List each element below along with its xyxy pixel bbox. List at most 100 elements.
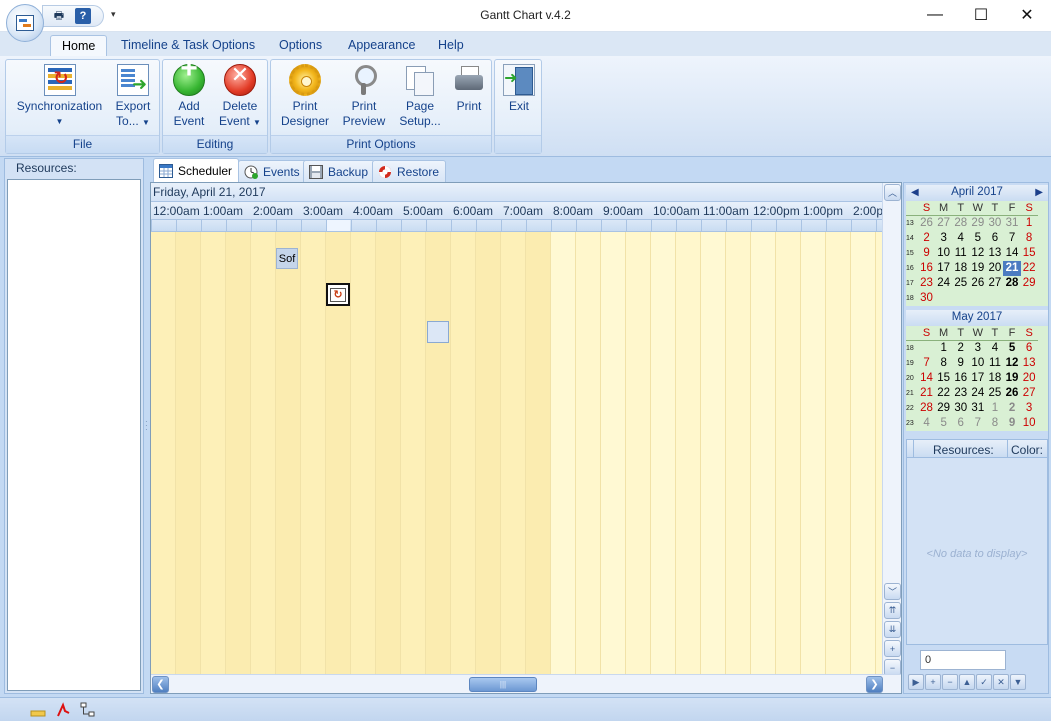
calendar-day[interactable]: 21 (918, 386, 935, 401)
tab-backup[interactable]: Backup (303, 160, 376, 182)
calendar-day[interactable]: 8 (986, 416, 1003, 431)
vertical-scrollbar[interactable]: ︿ ﹀ ⇈ ⇊ + − (882, 183, 901, 676)
print-designer-button[interactable]: Print Designer (277, 64, 333, 129)
time-slot-nonworking[interactable] (251, 232, 276, 675)
calendar-day[interactable]: 2 (1003, 401, 1020, 416)
calendar-day[interactable]: 1 (1021, 216, 1038, 231)
time-slot-working[interactable] (676, 232, 701, 675)
calendar-day[interactable]: 8 (1021, 231, 1038, 246)
prev-month-icon[interactable]: ◀ (911, 185, 919, 200)
scroll-right-icon[interactable]: ❯ (866, 676, 883, 693)
scroll-up-icon[interactable]: ︿ (884, 184, 901, 201)
calendar-day[interactable]: 10 (969, 356, 986, 371)
scroll-bottom-icon[interactable]: ⇊ (884, 621, 901, 638)
folder-icon[interactable] (30, 702, 46, 718)
time-slot-nonworking[interactable] (351, 232, 376, 675)
time-slot-working[interactable] (826, 232, 851, 675)
calendar-day[interactable]: 27 (1021, 386, 1038, 401)
time-slot-nonworking[interactable] (476, 232, 501, 675)
calendar-day[interactable]: 26 (969, 276, 986, 291)
horizontal-scrollbar[interactable]: ❮ ||| ❯ (151, 674, 901, 693)
tab-help[interactable]: Help (427, 35, 475, 56)
calendar-day[interactable]: 16 (918, 261, 935, 276)
time-slot-nonworking[interactable] (526, 232, 551, 675)
time-slot-nonworking[interactable] (176, 232, 201, 675)
calendar-day[interactable]: 17 (969, 371, 986, 386)
time-slot-nonworking[interactable] (226, 232, 251, 675)
calendar-day[interactable]: 5 (1003, 341, 1020, 356)
calendar-day[interactable]: 2 (952, 341, 969, 356)
column-header-resources[interactable]: Resources: (933, 443, 994, 457)
time-slot-nonworking[interactable] (426, 232, 451, 675)
calendar-day[interactable]: 31 (969, 401, 986, 416)
calendar-day[interactable]: 2 (918, 231, 935, 246)
calendar-day[interactable]: 4 (918, 416, 935, 431)
time-slot-working[interactable] (851, 232, 876, 675)
calendar-day[interactable]: 30 (918, 291, 935, 306)
calendar-day[interactable]: 12 (969, 246, 986, 261)
calendar-day[interactable]: 22 (1021, 261, 1038, 276)
nav-post-icon[interactable]: ✓ (976, 674, 992, 690)
page-setup-button[interactable]: Page Setup... (395, 64, 445, 129)
calendar-day[interactable]: 14 (918, 371, 935, 386)
exit-button[interactable]: Exit (501, 64, 537, 114)
calendar-day[interactable]: 19 (1003, 371, 1020, 386)
add-event-button[interactable]: Add Event (168, 61, 210, 129)
time-slot-working[interactable] (751, 232, 776, 675)
event-block-selected[interactable]: ↻ (326, 283, 350, 306)
calendar-day[interactable]: 20 (986, 261, 1003, 276)
calendar-day[interactable]: 27 (986, 276, 1003, 291)
application-menu-button[interactable] (6, 4, 44, 42)
calendar-day[interactable]: 30 (986, 216, 1003, 231)
calendar-day[interactable]: 26 (918, 216, 935, 231)
time-slot-nonworking[interactable] (201, 232, 226, 675)
calendar-day[interactable]: 3 (1021, 401, 1038, 416)
calendar-day[interactable]: 13 (1021, 356, 1038, 371)
minimize-button[interactable]: — (912, 0, 958, 30)
network-icon[interactable] (80, 702, 96, 718)
timeline-grid[interactable]: Sof ↻ (151, 232, 883, 675)
time-slot-working[interactable] (601, 232, 626, 675)
time-slot-nonworking[interactable] (376, 232, 401, 675)
time-slot-working[interactable] (576, 232, 601, 675)
time-slot-nonworking[interactable] (301, 232, 326, 675)
print-preview-button[interactable]: Print Preview (339, 64, 389, 129)
calendar-day[interactable]: 17 (935, 261, 952, 276)
calendar-day[interactable]: 6 (952, 416, 969, 431)
calendar-day[interactable]: 11 (986, 356, 1003, 371)
calendar-day[interactable]: 16 (952, 371, 969, 386)
calendar-day[interactable]: 27 (935, 216, 952, 231)
nav-append-icon[interactable]: + (925, 674, 941, 690)
time-slot-nonworking[interactable] (276, 232, 301, 675)
nav-delete-icon[interactable]: − (942, 674, 958, 690)
calendar-day[interactable]: 6 (986, 231, 1003, 246)
delete-event-button[interactable]: Delete Event ▼ (215, 64, 265, 130)
calendar-day[interactable]: 10 (1021, 416, 1038, 431)
event-block[interactable]: Sof (276, 248, 298, 269)
time-slot-nonworking[interactable] (401, 232, 426, 675)
time-slot-nonworking[interactable] (451, 232, 476, 675)
calendar-day[interactable]: 12 (1003, 356, 1020, 371)
calendar-day[interactable]: 19 (969, 261, 986, 276)
calendar-day[interactable]: 18 (986, 371, 1003, 386)
print-button[interactable]: Print (449, 64, 489, 114)
calendar-day[interactable]: 25 (986, 386, 1003, 401)
calendar-day[interactable]: 23 (952, 386, 969, 401)
maximize-button[interactable]: ☐ (958, 0, 1004, 30)
time-slot-nonworking[interactable] (501, 232, 526, 675)
calendar-day[interactable]: 26 (1003, 386, 1020, 401)
calendar-day[interactable]: 14 (1003, 246, 1020, 261)
tab-home[interactable]: Home (50, 35, 108, 56)
next-month-icon[interactable]: ▶ (1035, 185, 1043, 200)
horizontal-scroll-thumb[interactable]: ||| (469, 677, 537, 692)
calendar-day[interactable]: 22 (935, 386, 952, 401)
calendar-day[interactable]: 24 (935, 276, 952, 291)
calendar-day[interactable]: 7 (969, 416, 986, 431)
calendar-day[interactable]: 28 (918, 401, 935, 416)
calendar-day[interactable]: 23 (918, 276, 935, 291)
calendar-day[interactable]: 25 (952, 276, 969, 291)
tab-appearance[interactable]: Appearance (337, 35, 426, 56)
scroll-left-icon[interactable]: ❮ (152, 676, 169, 693)
nav-next-icon[interactable]: ▶ (908, 674, 924, 690)
calendar-day[interactable]: 29 (969, 216, 986, 231)
